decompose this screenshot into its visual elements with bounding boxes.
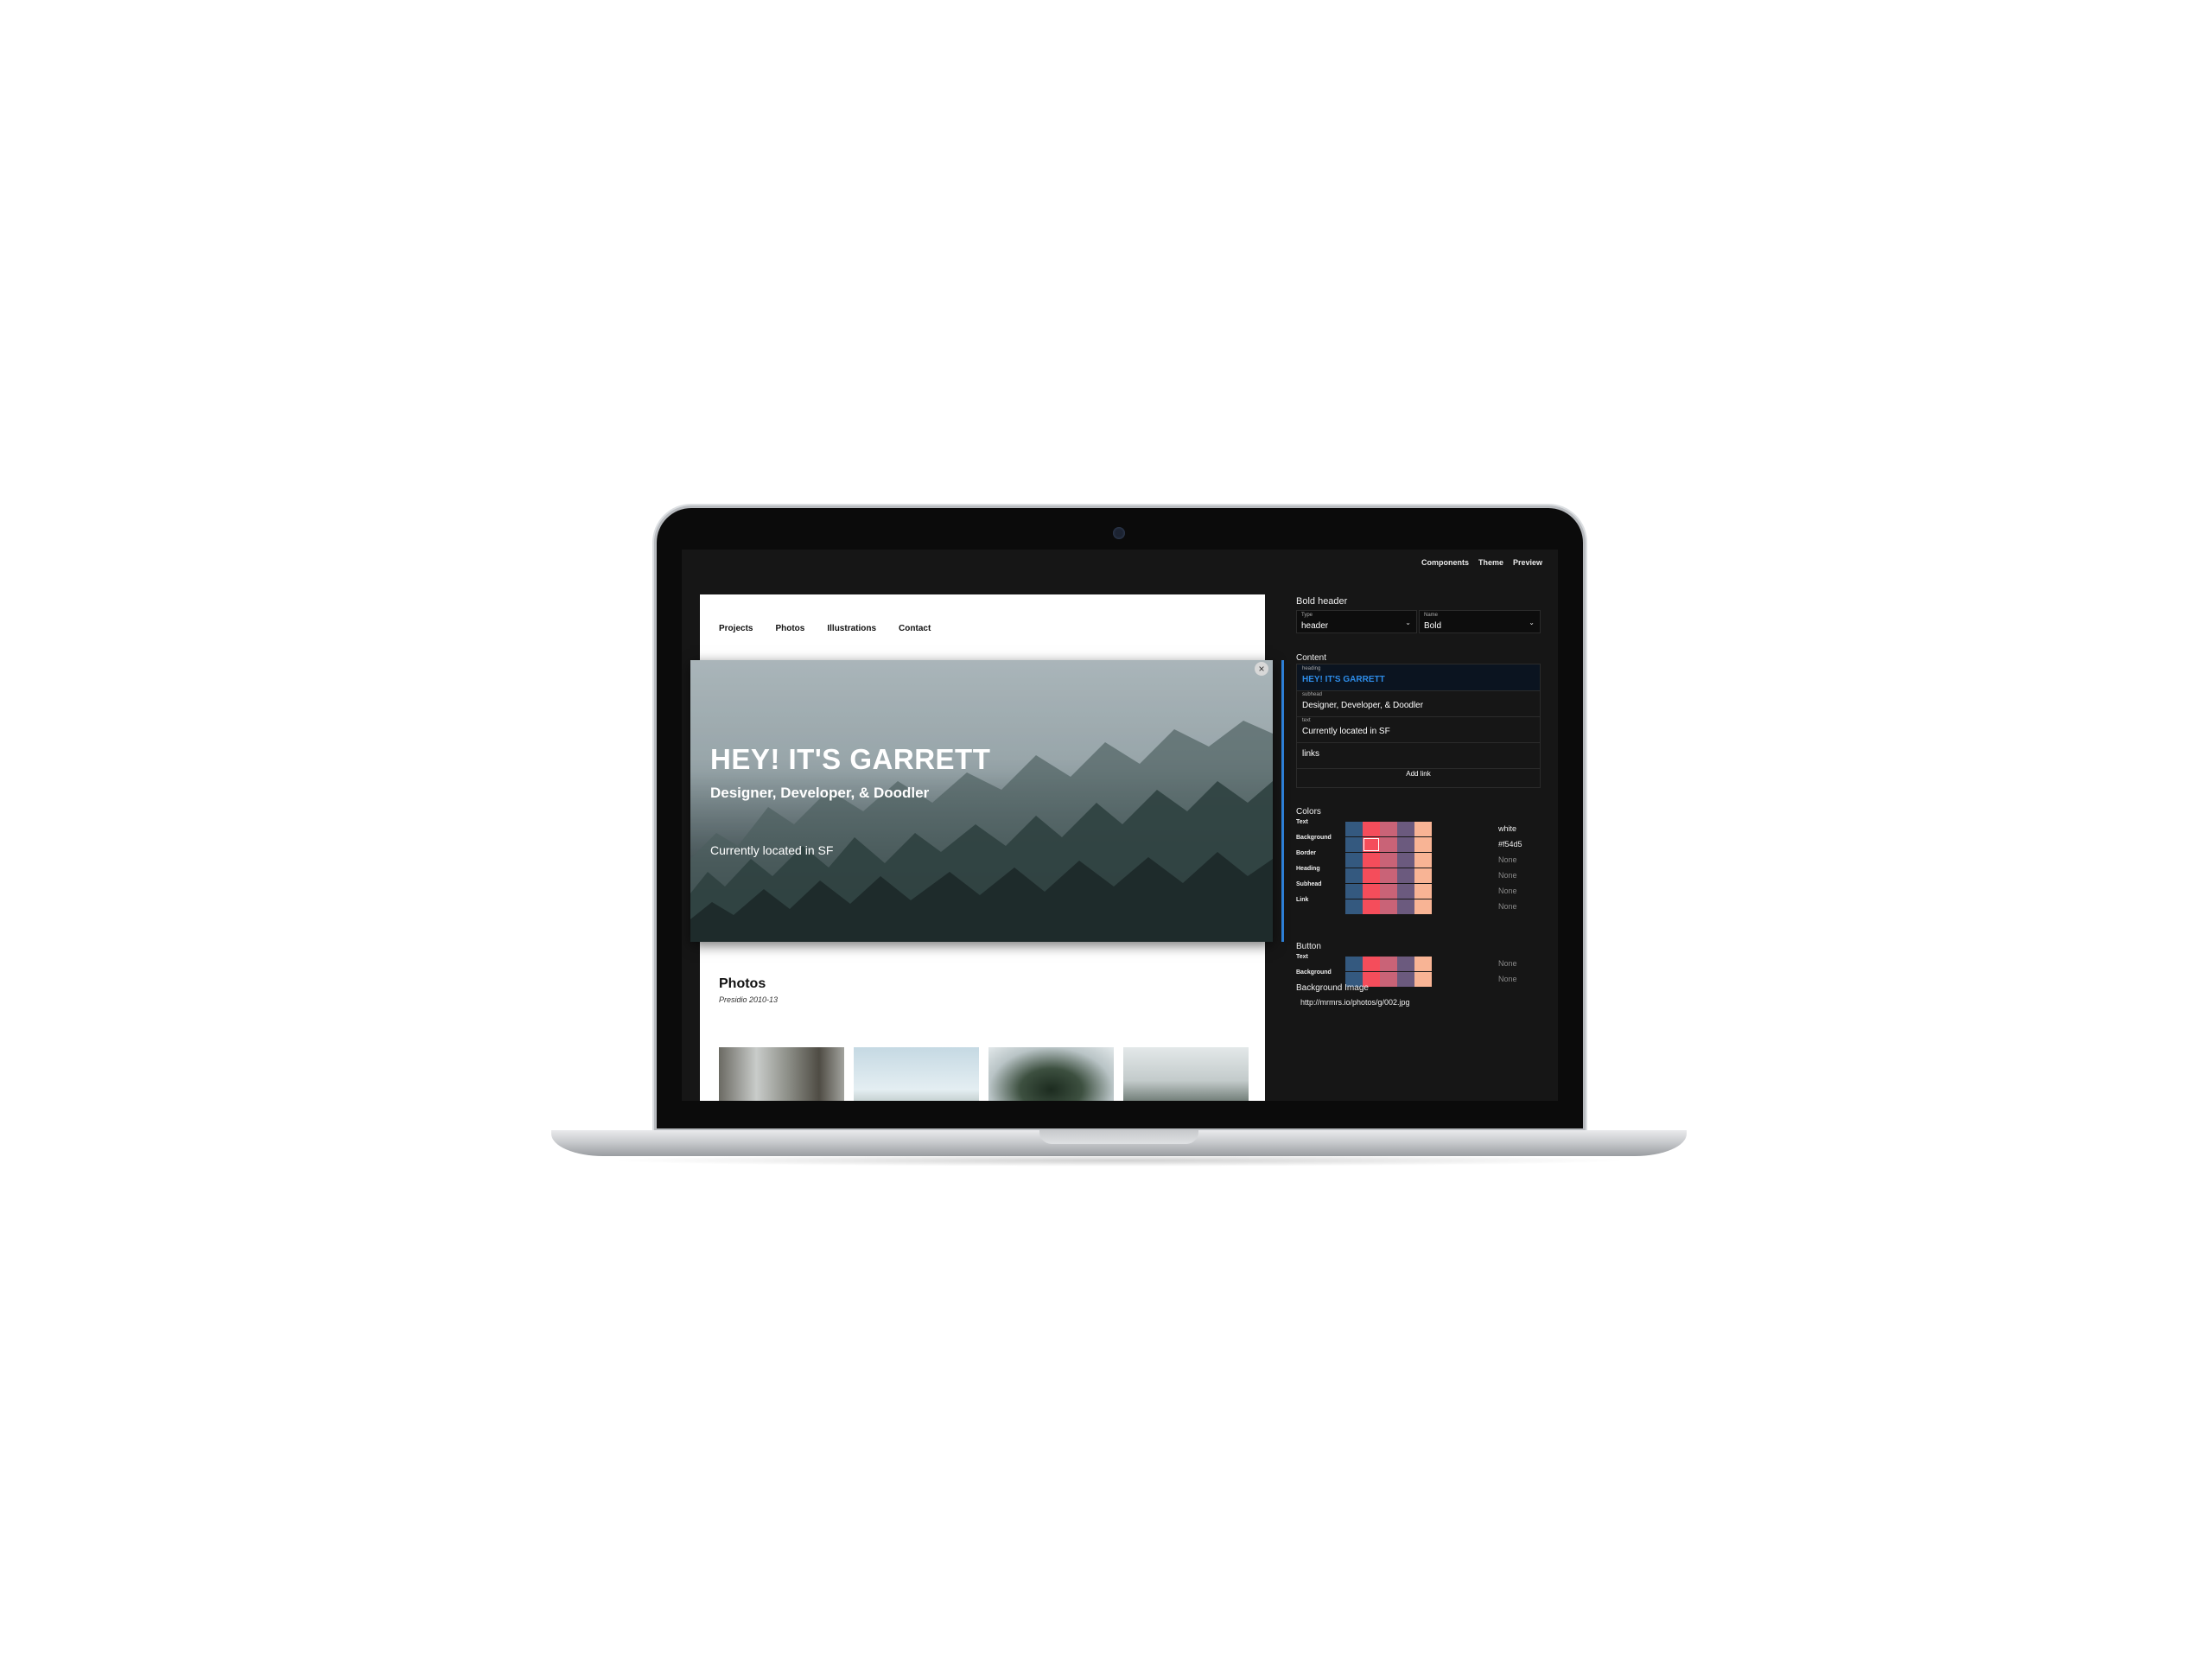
- color-value: None: [1498, 871, 1517, 880]
- color-value: white: [1498, 824, 1517, 833]
- site-nav-illustrations[interactable]: Illustrations: [827, 624, 876, 633]
- color-row: Subhead None: [1296, 881, 1555, 899]
- color-row: Link None: [1296, 897, 1555, 914]
- color-row-label: Text: [1296, 819, 1308, 825]
- color-swatch[interactable]: [1397, 972, 1414, 987]
- hero-text: Currently located in SF: [710, 843, 834, 857]
- color-swatch[interactable]: [1414, 972, 1432, 987]
- color-row-label: Heading: [1296, 866, 1320, 872]
- site-nav-projects[interactable]: Projects: [719, 624, 753, 633]
- laptop-notch: [1039, 1130, 1198, 1144]
- color-row: Background #f54d5: [1296, 835, 1555, 852]
- photo-thumbnail[interactable]: [1123, 1047, 1249, 1101]
- button-section-label: Button: [1296, 942, 1321, 951]
- photo-thumbnail[interactable]: [854, 1047, 979, 1101]
- color-row-label: Background: [1296, 835, 1332, 841]
- field-label: text: [1302, 718, 1311, 723]
- color-value: None: [1498, 959, 1517, 968]
- color-swatch[interactable]: [1363, 899, 1380, 914]
- field-links[interactable]: links: [1297, 742, 1540, 769]
- name-select[interactable]: Name Bold ⌄: [1419, 610, 1541, 633]
- color-value: None: [1498, 902, 1517, 911]
- field-label: heading: [1302, 666, 1321, 671]
- close-icon[interactable]: ×: [1255, 662, 1268, 676]
- color-value: None: [1498, 855, 1517, 864]
- content-section-label: Content: [1296, 653, 1327, 663]
- field-text[interactable]: text Currently located in SF: [1297, 716, 1540, 743]
- hero-component[interactable]: HEY! IT'S GARRETT Designer, Developer, &…: [690, 660, 1273, 942]
- background-image-label: Background Image: [1296, 983, 1369, 993]
- content-fields: heading HEY! IT'S GARRETT subhead Design…: [1296, 664, 1541, 788]
- camera: [1113, 527, 1125, 539]
- color-row: Heading None: [1296, 866, 1555, 883]
- type-select-label: Type: [1301, 613, 1313, 618]
- color-value: #f54d5: [1498, 840, 1522, 849]
- color-row-label: Link: [1296, 897, 1309, 903]
- type-select[interactable]: Type header ⌄: [1296, 610, 1417, 633]
- chevron-down-icon: ⌄: [1529, 619, 1535, 626]
- site-nav: Projects Photos Illustrations Contact: [719, 624, 931, 633]
- color-row-label: Text: [1296, 954, 1308, 960]
- color-swatch[interactable]: [1397, 899, 1414, 914]
- selection-indicator: [1281, 660, 1284, 942]
- colors-section-label: Colors: [1296, 807, 1321, 817]
- color-row: Text None: [1296, 954, 1555, 971]
- color-swatch[interactable]: [1380, 972, 1397, 987]
- field-subhead[interactable]: subhead Designer, Developer, & Doodler: [1297, 690, 1540, 717]
- color-row: Border None: [1296, 850, 1555, 868]
- hero-heading: HEY! IT'S GARRETT: [710, 743, 991, 775]
- site-nav-contact[interactable]: Contact: [899, 624, 931, 633]
- field-value: Currently located in SF: [1302, 727, 1390, 736]
- field-heading[interactable]: heading HEY! IT'S GARRETT: [1297, 664, 1540, 691]
- site-nav-photos[interactable]: Photos: [775, 624, 804, 633]
- color-row-label: Background: [1296, 969, 1332, 976]
- color-value: None: [1498, 887, 1517, 895]
- color-row-label: Subhead: [1296, 881, 1322, 887]
- color-row-label: Border: [1296, 850, 1316, 856]
- hero-subhead: Designer, Developer, & Doodler: [710, 785, 930, 801]
- laptop-shadow: [605, 1154, 1633, 1166]
- component-title: Bold header: [1296, 596, 1348, 607]
- name-select-label: Name: [1424, 613, 1439, 618]
- photos-subtitle: Presidio 2010-13: [719, 995, 779, 1004]
- field-value: Designer, Developer, & Doodler: [1302, 701, 1424, 710]
- app-screen: Components Theme Preview Projects Photos…: [682, 550, 1558, 1101]
- color-swatch[interactable]: [1414, 899, 1432, 914]
- background-image-url[interactable]: http://mrmrs.io/photos/g/002.jpg: [1300, 998, 1410, 1007]
- color-swatch[interactable]: [1345, 899, 1363, 914]
- field-value: HEY! IT'S GARRETT: [1302, 675, 1385, 684]
- editor-panel: Bold header Type header ⌄ Name Bold ⌄ Co…: [1296, 550, 1555, 1101]
- color-swatch[interactable]: [1380, 899, 1397, 914]
- add-link-button[interactable]: Add link: [1297, 770, 1540, 778]
- photos-title: Photos: [719, 976, 766, 991]
- color-value: None: [1498, 975, 1517, 983]
- name-select-value: Bold: [1424, 621, 1442, 631]
- photo-thumbnail[interactable]: [719, 1047, 844, 1101]
- chevron-down-icon: ⌄: [1405, 619, 1411, 626]
- color-swatches: [1345, 899, 1432, 914]
- field-value: links: [1302, 749, 1320, 759]
- photo-thumbnail[interactable]: [988, 1047, 1114, 1101]
- color-row: Text white: [1296, 819, 1555, 836]
- type-select-value: header: [1301, 621, 1329, 631]
- photo-thumbnails: [719, 1047, 1249, 1101]
- field-label: subhead: [1302, 692, 1323, 697]
